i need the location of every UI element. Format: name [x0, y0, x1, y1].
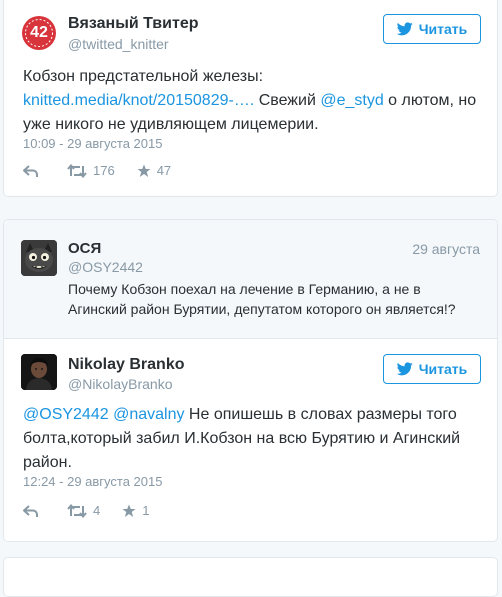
- follow-button[interactable]: Читать: [383, 14, 481, 44]
- tweet-line: уже никого не удивляющем лицемерии.: [23, 116, 319, 133]
- mention-link[interactable]: @e_styd: [320, 92, 383, 109]
- quoted-text: Почему Кобзон поехал на лечение в Герман…: [68, 279, 488, 319]
- tweet-line: Кобзон предстательной железы:: [23, 68, 264, 85]
- retweet-icon: [67, 163, 87, 178]
- twitter-bird-icon: [396, 22, 413, 36]
- tweet-text-fragment: Свежий: [254, 92, 321, 109]
- reply-icon: [23, 504, 38, 517]
- mention-link[interactable]: @OSY2442: [23, 406, 109, 423]
- avatar[interactable]: [21, 354, 57, 390]
- tweet-line: болта,который забил И.Кобзон на всю Буря…: [23, 430, 461, 447]
- reply-button[interactable]: [23, 164, 39, 178]
- retweet-count: 4: [93, 503, 101, 518]
- person-avatar-icon: [21, 354, 57, 390]
- retweet-button[interactable]: 176: [67, 163, 115, 178]
- tweet-line: knitted.media/knot/20150829-…. Свежий @e…: [23, 89, 493, 113]
- like-count: 1: [142, 503, 150, 518]
- follow-button-label: Читать: [418, 361, 468, 377]
- tweet-actions: 4 1: [23, 503, 149, 518]
- author-name[interactable]: Nikolay Branko: [68, 356, 184, 374]
- avatar-label: 42: [30, 24, 48, 41]
- reply-icon: [23, 164, 38, 177]
- tweet-link[interactable]: knitted.media/knot/20150829-….: [23, 92, 254, 109]
- tweet-line: @OSY2442 @navalny Не опишешь в словах ра…: [23, 403, 493, 427]
- like-count: 47: [156, 163, 172, 178]
- cat-avatar-icon: [21, 240, 57, 276]
- tweet-card-2: ОСЯ @OSY2442 29 августа Почему Кобзон по…: [3, 219, 498, 542]
- follow-button-label: Читать: [418, 21, 468, 37]
- tweet-text-fragment: о лютом, но: [383, 92, 477, 109]
- tweet-card-3: [3, 557, 498, 597]
- quoted-author-name[interactable]: ОСЯ: [68, 240, 101, 257]
- tweet-timestamp[interactable]: 10:09 - 29 августа 2015: [23, 136, 162, 151]
- tweet-line: район.: [23, 454, 72, 471]
- tweet-text: @OSY2442 @navalny Не опишешь в словах ра…: [23, 403, 493, 475]
- tweet-timestamp[interactable]: 12:24 - 29 августа 2015: [23, 474, 162, 489]
- twitter-bird-icon: [396, 362, 413, 376]
- retweet-icon: [67, 503, 87, 518]
- reply-button[interactable]: [23, 504, 39, 518]
- tweet-actions: 176 47: [23, 163, 171, 178]
- quoted-author-handle[interactable]: @OSY2442: [68, 259, 143, 275]
- tweet-card-1: 42 Вязаный Твитер @twitted_knitter Читат…: [3, 0, 498, 197]
- retweet-button[interactable]: 4: [67, 503, 100, 518]
- author-handle[interactable]: @NikolayBranko: [68, 376, 172, 392]
- quoted-date[interactable]: 29 августа: [412, 241, 480, 257]
- mention-link[interactable]: @navalny: [113, 406, 184, 423]
- tweet-text-fragment: Не опишешь в словах размеры того: [184, 406, 457, 423]
- like-button[interactable]: 1: [122, 503, 149, 518]
- avatar[interactable]: [21, 240, 57, 276]
- quoted-line: Почему Кобзон поехал на лечение в Герман…: [68, 281, 421, 297]
- follow-button[interactable]: Читать: [383, 354, 481, 384]
- author-handle[interactable]: @twitted_knitter: [68, 36, 169, 52]
- quoted-tweet[interactable]: ОСЯ @OSY2442 29 августа Почему Кобзон по…: [4, 220, 497, 339]
- tweet-text: Кобзон предстательной железы: knitted.me…: [23, 65, 493, 137]
- avatar[interactable]: 42: [21, 15, 57, 51]
- author-name[interactable]: Вязаный Твитер: [68, 15, 198, 33]
- quoted-line: Агинский район Бурятии, депутатом которо…: [68, 301, 456, 317]
- star-icon: [122, 504, 136, 517]
- retweet-count: 176: [93, 163, 115, 178]
- like-button[interactable]: 47: [137, 163, 171, 178]
- star-icon: [137, 164, 151, 177]
